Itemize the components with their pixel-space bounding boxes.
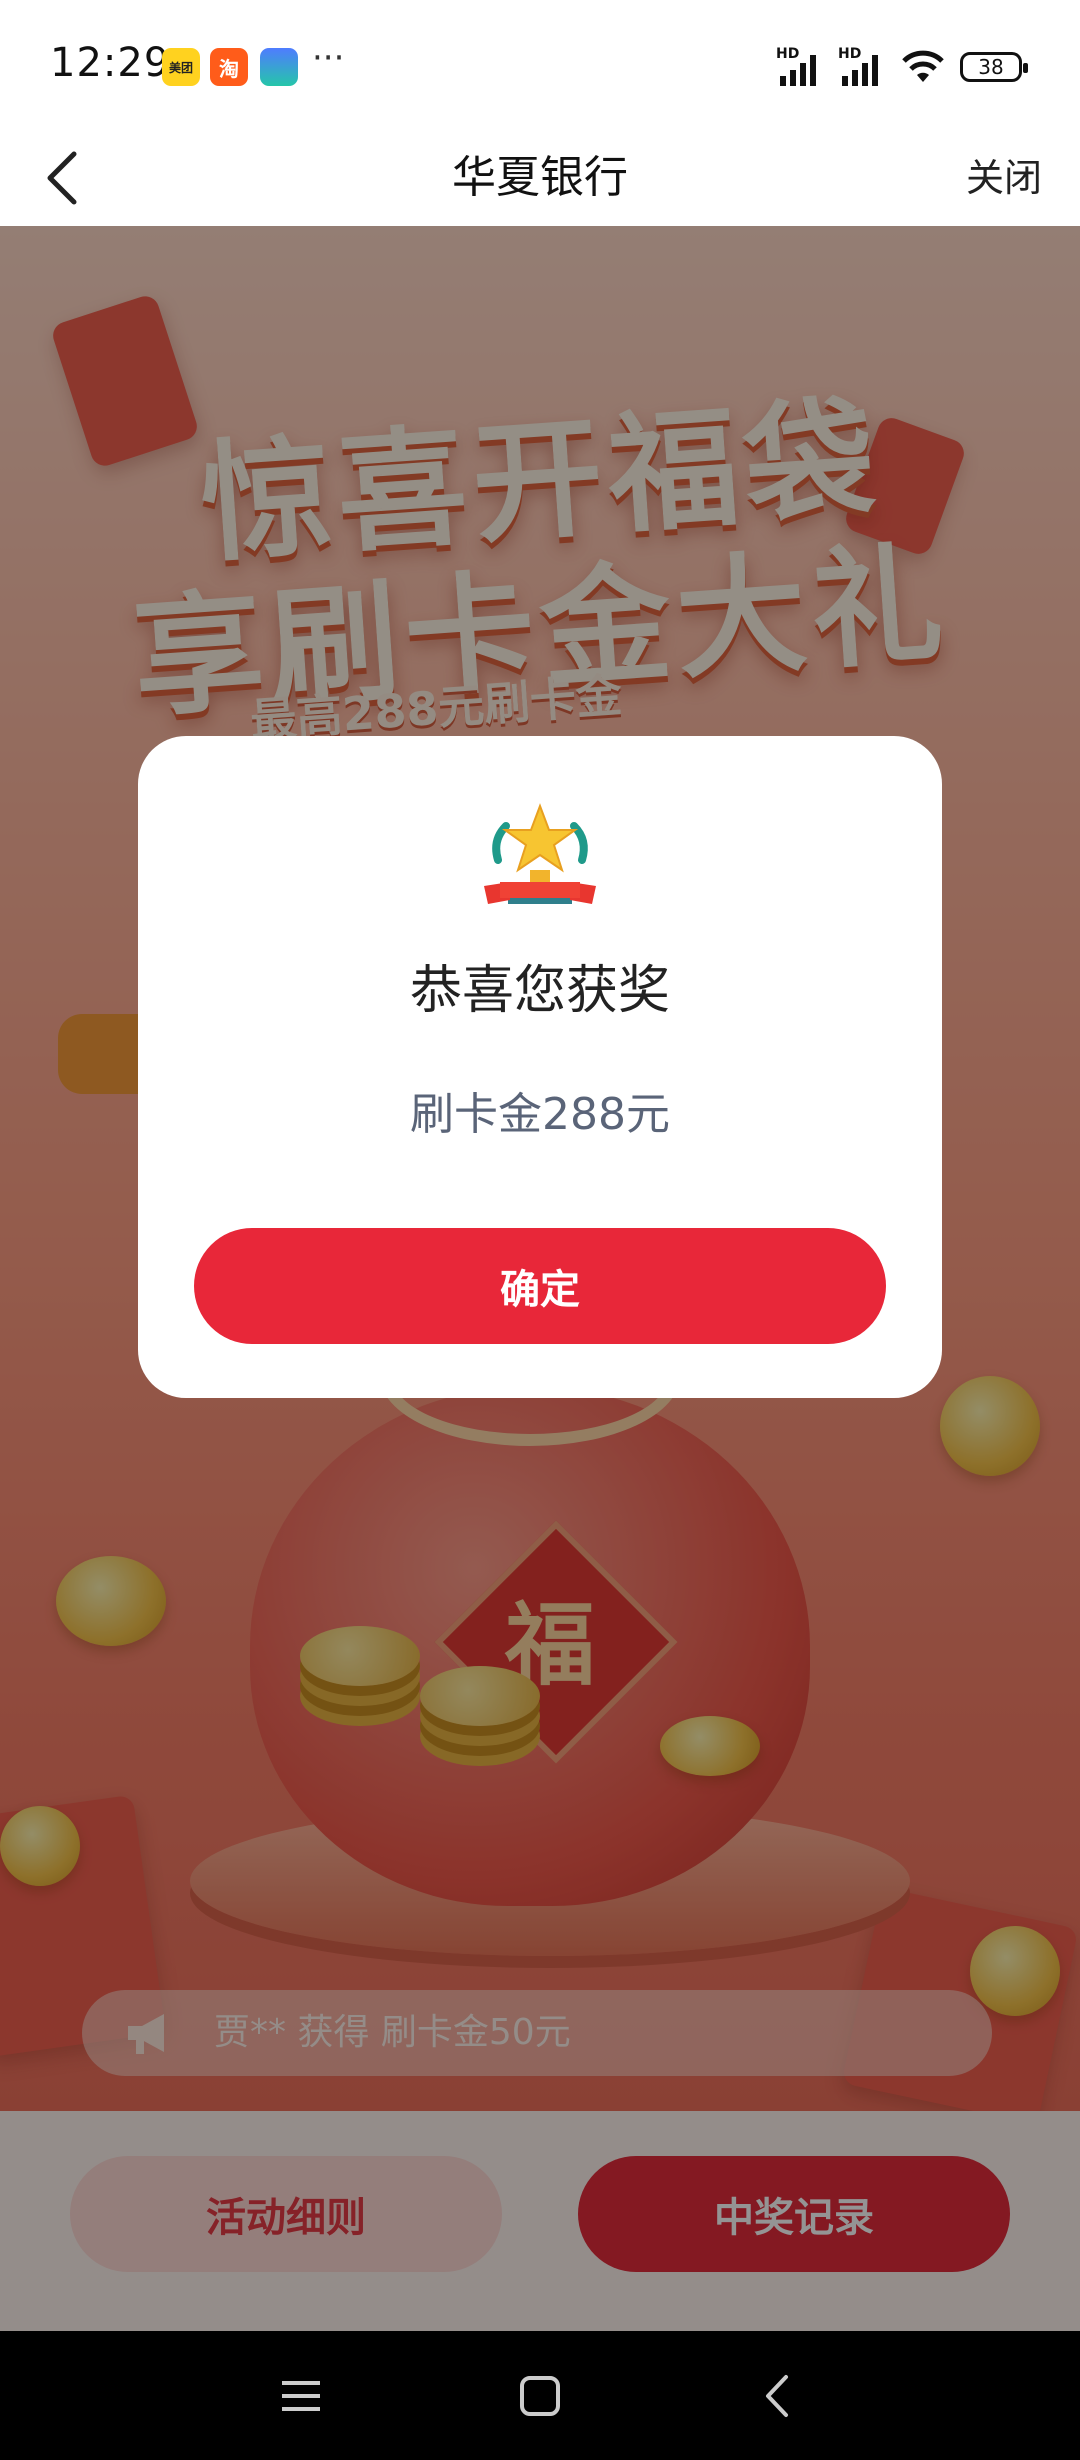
- home-square-icon[interactable]: [515, 2371, 565, 2421]
- meituan-app-badge: 美团: [162, 48, 200, 86]
- confirm-button[interactable]: 确定: [194, 1228, 886, 1344]
- system-navigation-bar: [0, 2331, 1080, 2460]
- status-time: 12:29: [50, 40, 171, 86]
- page-title: 华夏银行: [452, 152, 628, 203]
- wifi-icon: [902, 50, 944, 82]
- menu-icon[interactable]: [276, 2371, 326, 2421]
- prize-amount: 刷卡金288元: [410, 1089, 670, 1140]
- close-button[interactable]: 关闭: [966, 130, 1042, 226]
- back-triangle-icon[interactable]: [754, 2371, 804, 2421]
- cards-app-badge: [260, 48, 298, 86]
- trophy-icon: [484, 803, 596, 904]
- signal-1-icon: [780, 55, 816, 86]
- app-nav-bar: 华夏银行 关闭: [0, 130, 1080, 226]
- status-bar: 12:29 美团 淘 ··· HD HD 38: [0, 0, 1080, 130]
- signal-2-icon: [842, 55, 878, 86]
- prize-dialog: 恭喜您获奖 刷卡金288元 确定: [138, 736, 942, 1398]
- dialog-title: 恭喜您获奖: [409, 961, 670, 1021]
- more-notifications-icon: ···: [312, 38, 345, 78]
- taobao-app-badge: 淘: [210, 48, 248, 86]
- battery-indicator: 38: [960, 52, 1028, 82]
